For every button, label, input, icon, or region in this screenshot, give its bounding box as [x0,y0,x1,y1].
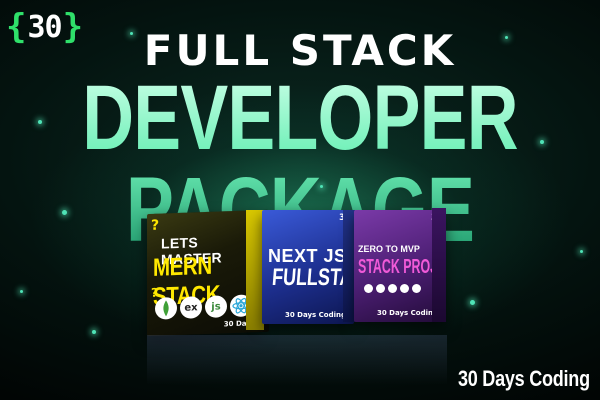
nodejs-label: js [211,300,221,313]
box-reflection [147,335,447,385]
particle [580,250,583,253]
particle [540,140,544,144]
question-icon: ? [151,217,160,234]
particle [92,330,96,334]
tech-dot-icon [376,284,385,293]
tech-dot-icon [400,284,409,293]
box-subtitle: ZERO TO MVP [358,244,420,254]
express-label: ex [184,301,198,314]
brand-footer: 30 Days Coding [458,366,590,391]
tech-dot-icon [412,284,421,293]
particle [38,120,42,124]
tech-dot-icon [364,284,373,293]
promo-banner: { 30 } FULL STACK DEVELOPER PACKAGE 30 ?… [0,0,600,400]
tech-icons: ex js [155,294,252,320]
product-box-nextjs: 30 NEXT JS FULLSTACK 30 Days Coding [262,210,354,324]
box-title-line2: FULLSTACK [270,264,354,291]
box-side-mvp [432,208,446,322]
particle [470,300,475,305]
nodejs-icon: js [205,295,227,318]
box-footer: 30 Days Coding [284,311,346,319]
particle [20,290,23,293]
tech-icons [364,284,421,293]
box-footer: 30 Days Coding [376,309,438,317]
tech-dot-icon [388,284,397,293]
mongodb-icon [155,296,177,320]
express-icon: ex [180,296,202,319]
